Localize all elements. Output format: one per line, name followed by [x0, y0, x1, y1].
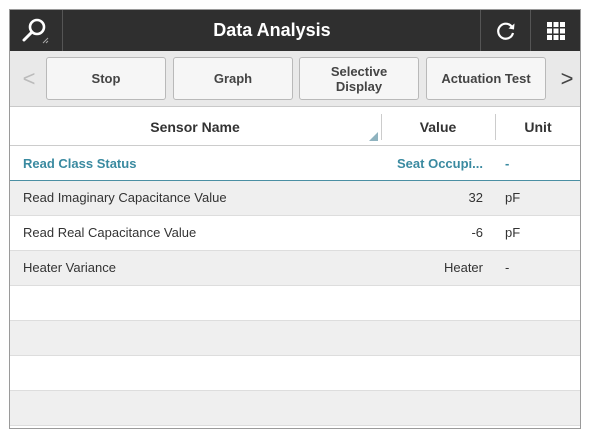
search-icon — [22, 18, 49, 43]
table-header: Sensor Name Value Unit — [10, 108, 580, 146]
refresh-icon — [496, 22, 514, 40]
table-row-empty — [10, 356, 580, 391]
toolbar: < Stop Graph Selective Display Actuation… — [10, 51, 580, 107]
graph-button[interactable]: Graph — [173, 57, 293, 100]
sensor-value-cell: -6 — [471, 225, 483, 240]
refresh-button[interactable] — [480, 10, 530, 51]
table-row-selected[interactable]: Read Class Status Seat Occupi... - — [10, 147, 580, 181]
sensor-unit-cell: - — [505, 260, 510, 275]
sensor-unit-cell: pF — [505, 190, 521, 205]
sensor-unit-cell: - — [505, 156, 510, 171]
sensor-name-cell: Read Imaginary Capacitance Value — [23, 190, 227, 205]
app-window: Data Analysis < Stop Graph Selective Dis… — [9, 9, 581, 429]
grid-menu-icon — [546, 21, 565, 40]
table-row[interactable]: Read Imaginary Capacitance Value 32 pF — [10, 181, 580, 216]
column-header-value[interactable]: Value — [382, 108, 494, 146]
column-header-unit[interactable]: Unit — [496, 108, 580, 146]
sensor-table-body: Read Class Status Seat Occupi... - Read … — [10, 147, 580, 426]
sensor-unit-cell: pF — [505, 225, 521, 240]
stop-button[interactable]: Stop — [46, 57, 166, 100]
actuation-test-button[interactable]: Actuation Test — [426, 57, 546, 100]
table-row[interactable]: Heater Variance Heater - — [10, 251, 580, 286]
sensor-name-cell: Heater Variance — [23, 260, 116, 275]
table-row-empty — [10, 391, 580, 426]
grid-menu-button[interactable] — [530, 10, 580, 51]
sensor-name-cell: Read Class Status — [23, 156, 137, 171]
page-title: Data Analysis — [213, 20, 331, 40]
title-bar: Data Analysis — [10, 10, 580, 51]
search-button[interactable] — [10, 10, 63, 51]
selective-display-button[interactable]: Selective Display — [299, 57, 419, 100]
sort-indicator-icon — [369, 132, 378, 141]
chevron-left-icon[interactable]: < — [14, 51, 44, 107]
chevron-right-icon[interactable]: > — [552, 51, 580, 107]
table-row-empty — [10, 321, 580, 356]
table-row[interactable]: Read Real Capacitance Value -6 pF — [10, 216, 580, 251]
table-row-empty — [10, 286, 580, 321]
column-header-sensor-name[interactable]: Sensor Name — [10, 108, 380, 146]
sensor-name-cell: Read Real Capacitance Value — [23, 225, 197, 240]
sensor-value-cell: Seat Occupi... — [397, 156, 483, 171]
sensor-value-cell: 32 — [468, 190, 483, 205]
sensor-value-cell: Heater — [443, 260, 483, 275]
